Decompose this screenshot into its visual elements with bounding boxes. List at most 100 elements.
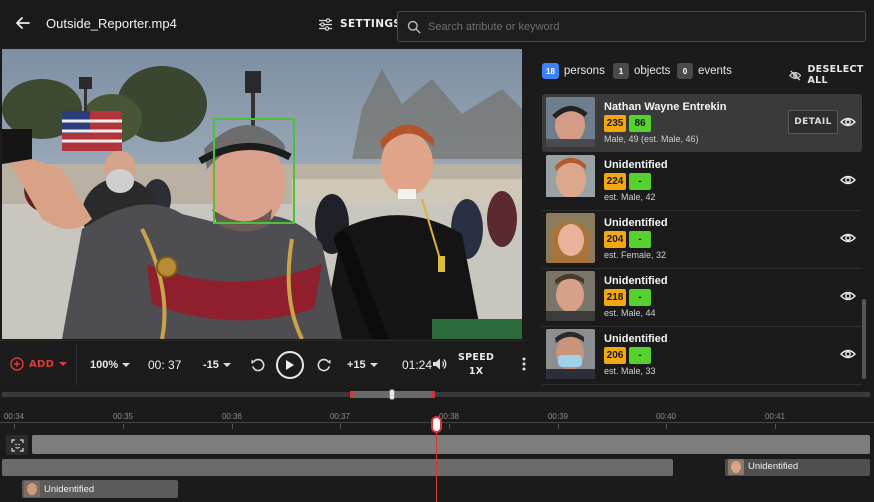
track-thumbnail [24,481,40,497]
person-thumbnail [546,329,595,379]
match-badge: - [629,347,651,364]
objects-label: objects [634,65,671,77]
current-time: 00: 37 [148,358,182,372]
list-scrollbar[interactable] [862,299,866,379]
filter-objects[interactable]: 1 objects [613,63,670,79]
chevron-down-icon [122,363,131,367]
person-name: Unidentified [604,333,668,345]
rewind-icon [251,358,265,372]
score-badge: 235 [604,115,626,132]
settings-label: SETTINGS [340,18,402,30]
track-label: Unidentified [748,461,799,472]
tick [340,424,341,429]
person-row[interactable]: Unidentified 224 - est. Male, 42 [542,152,862,211]
volume-button[interactable] [432,357,447,371]
person-meta: est. Male, 33 [604,366,656,376]
settings-button[interactable]: SETTINGS [318,15,401,33]
zoom-dropdown[interactable]: 100% [90,359,131,371]
person-meta: est. Male, 42 [604,192,656,202]
person-scores: 218 - [604,289,651,306]
eye-off-icon [789,70,802,80]
controls-divider [76,345,77,385]
person-row[interactable]: Nathan Wayne Entrekin 235 86 Male, 49 (e… [542,94,862,152]
eye-icon[interactable] [840,174,856,186]
match-badge: - [629,173,651,190]
tick-label: 00:40 [655,412,677,421]
fast-forward-button[interactable] [316,357,332,373]
timeline-overview-bar[interactable] [2,392,870,397]
events-label: events [698,65,732,77]
eye-icon[interactable] [840,116,856,128]
speed-label: SPEED [458,352,495,363]
detail-button[interactable]: DETAIL [788,110,838,134]
person-name: Unidentified [604,275,668,287]
tick [232,424,233,429]
person-row[interactable]: Unidentified 218 - est. Male, 44 [542,268,862,327]
play-button[interactable] [276,351,304,379]
tick-label: 00:41 [764,412,786,421]
zoom-value: 100% [90,359,119,371]
person-thumbnail [546,271,595,321]
playhead-handle[interactable] [431,416,442,433]
person-scores: 224 - [604,173,651,190]
file-title: Outside_Reporter.mp4 [46,16,177,31]
person-name: Nathan Wayne Entrekin [604,101,727,113]
speed-control[interactable]: SPEED 1X [458,351,494,379]
search-input[interactable] [428,17,858,37]
eye-icon[interactable] [840,348,856,360]
objects-count-badge: 1 [613,63,629,79]
person-thumbnail [546,97,595,147]
rewind-button[interactable] [250,357,266,373]
timeline-overview-handle[interactable] [389,389,395,400]
tick [14,424,15,429]
add-circle-icon [10,357,24,371]
add-label: ADD [29,358,55,370]
video-frame[interactable] [2,49,522,339]
score-badge: 224 [604,173,626,190]
app-header: Outside_Reporter.mp4 SETTINGS [0,0,874,48]
skip-forward-value: +15 [347,359,366,371]
score-badge: 204 [604,231,626,248]
tick [558,424,559,429]
filter-bar: 18 persons 1 objects 0 events DESELECT A… [528,49,874,91]
filter-events[interactable]: 0 events [677,63,732,79]
back-arrow-icon[interactable] [12,12,34,34]
tick-label: 00:39 [547,412,569,421]
eye-icon[interactable] [840,290,856,302]
match-badge: - [629,289,651,306]
persons-count-badge: 18 [542,63,559,79]
track-thumbnail [728,459,744,475]
chevron-down-icon [59,362,68,366]
row-divider [542,384,862,385]
person-meta: est. Male, 44 [604,308,656,318]
timeline-track[interactable] [2,459,673,476]
chevron-down-icon [222,363,231,367]
speed-value: 1X [468,366,484,377]
person-thumbnail [546,155,595,205]
skip-forward-dropdown[interactable]: +15 [347,359,378,371]
deselect-all-button[interactable]: DESELECT ALL [789,64,874,86]
face-detection-box[interactable] [213,118,295,224]
face-scan-icon[interactable] [6,435,28,455]
tick-label: 00:36 [221,412,243,421]
tick-label: 00:37 [329,412,351,421]
chevron-down-icon [369,363,378,367]
player-controls: ADD 100% 00: 37 -15 +15 01:24 SPEED 1X [0,340,526,388]
skip-back-dropdown[interactable]: -15 [203,359,231,371]
more-options-icon[interactable] [522,355,526,373]
person-thumbnail [546,213,595,263]
filter-persons[interactable]: 18 persons [542,63,605,79]
score-badge: 218 [604,289,626,306]
score-badge: 206 [604,347,626,364]
person-row[interactable]: Unidentified 206 - est. Male, 33 [542,326,862,385]
search-box [397,11,866,42]
search-icon [407,20,421,34]
match-badge: - [629,231,651,248]
playhead-line [436,422,437,502]
add-button[interactable]: ADD [10,357,68,371]
person-name: Unidentified [604,159,668,171]
person-row[interactable]: Unidentified 204 - est. Female, 32 [542,210,862,269]
person-name: Unidentified [604,217,668,229]
timeline-track-selected-person[interactable] [32,435,870,454]
eye-icon[interactable] [840,232,856,244]
